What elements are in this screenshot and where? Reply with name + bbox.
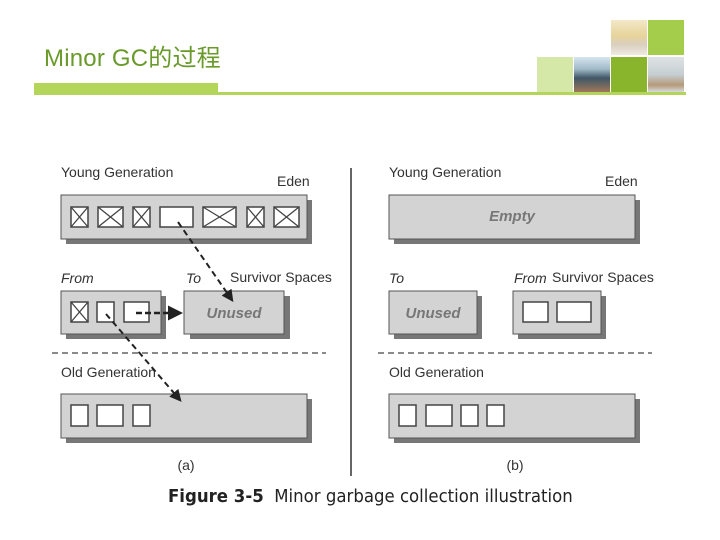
figure-number: Figure 3-5 xyxy=(168,486,264,507)
old-generation-label: Old Generation xyxy=(61,364,156,380)
survivor-spaces-label: Survivor Spaces xyxy=(552,269,654,285)
from-label: From xyxy=(61,270,94,286)
to-unused-text: Unused xyxy=(206,305,262,322)
old-objects xyxy=(70,404,151,427)
figure-caption-text: Minor garbage collection illustration xyxy=(274,486,573,507)
panel-b: Young Generation Eden Empty To From Surv… xyxy=(378,164,654,473)
old-objects xyxy=(398,404,505,427)
live-object xyxy=(96,301,115,323)
panel-a-label: (a) xyxy=(177,457,194,473)
gc-figure: Young Generation Eden From To Survivor S… xyxy=(52,164,654,476)
young-generation-label: Young Generation xyxy=(389,164,501,180)
live-object xyxy=(398,404,417,427)
to-unused-text: Unused xyxy=(405,305,461,322)
survivor-spaces-label: Survivor Spaces xyxy=(230,269,332,285)
eden-label: Eden xyxy=(277,173,310,189)
eden-empty-text: Empty xyxy=(489,208,536,225)
panel-b-label: (b) xyxy=(506,457,523,473)
live-object xyxy=(159,206,194,228)
live-object xyxy=(96,404,124,427)
live-object xyxy=(132,404,151,427)
from-objects xyxy=(522,301,592,323)
live-object xyxy=(425,404,453,427)
figure-caption: Figure 3-5 Minor garbage collection illu… xyxy=(168,486,573,507)
to-label: To xyxy=(186,270,201,286)
from-label: From xyxy=(514,270,547,286)
live-object xyxy=(522,301,549,323)
eden-label: Eden xyxy=(605,173,638,189)
young-generation-label: Young Generation xyxy=(61,164,173,180)
panel-a: Young Generation Eden From To Survivor S… xyxy=(52,164,332,473)
to-label: To xyxy=(389,270,404,286)
live-object xyxy=(460,404,479,427)
live-object xyxy=(70,404,89,427)
live-object xyxy=(556,301,592,323)
live-object xyxy=(486,404,505,427)
old-generation-label: Old Generation xyxy=(389,364,484,380)
